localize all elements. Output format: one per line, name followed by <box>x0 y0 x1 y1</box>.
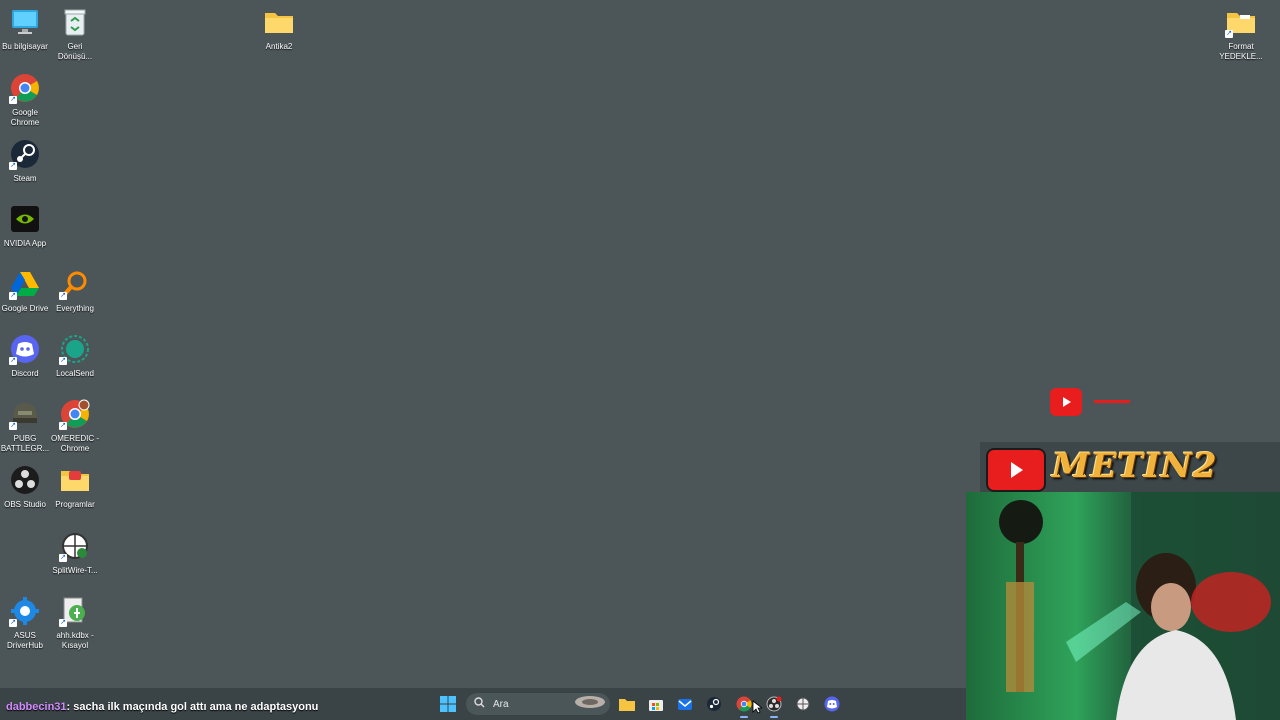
obs-icon <box>9 464 41 496</box>
search-highlight-image <box>574 695 606 714</box>
shortcut-arrow-icon: ↗ <box>9 619 17 627</box>
taskbar-splitwire[interactable] <box>793 694 813 714</box>
omeredic-chrome-shortcut[interactable]: ↗ OMEREDIC - Chrome <box>50 398 100 454</box>
google-drive-icon: ↗ <box>9 268 41 300</box>
shortcut-arrow-icon: ↗ <box>9 96 17 104</box>
shortcut-arrow-icon: ↗ <box>9 162 17 170</box>
store-icon <box>649 700 663 711</box>
running-indicator <box>740 716 748 718</box>
youtube-logo-icon <box>1050 388 1082 416</box>
running-indicator <box>770 716 778 718</box>
youtube-bar-decoration <box>1094 400 1130 403</box>
shortcut-arrow-icon: ↗ <box>59 422 67 430</box>
mail-icon <box>678 699 692 710</box>
magnifier-icon: ↗ <box>59 268 91 300</box>
taskbar-discord[interactable] <box>822 694 842 714</box>
google-drive-shortcut[interactable]: ↗ Google Drive <box>0 268 50 314</box>
icon-label: OMEREDIC - Chrome <box>51 434 99 453</box>
obs-studio-shortcut[interactable]: OBS Studio <box>0 464 50 510</box>
taskbar-search-box[interactable]: Ara <box>466 693 610 715</box>
folder-icon <box>619 699 635 711</box>
taskbar-file-explorer[interactable] <box>617 694 637 714</box>
mouse-cursor-icon <box>752 700 764 719</box>
shortcut-arrow-icon: ↗ <box>59 357 67 365</box>
folder-icon: ↗ <box>1225 6 1257 38</box>
recycle-bin-icon <box>59 6 91 38</box>
icon-label: SplitWire-T... <box>52 566 98 575</box>
shortcut-arrow-icon: ↗ <box>59 292 67 300</box>
chat-username: dabbecin31 <box>6 701 67 713</box>
search-icon <box>474 695 485 713</box>
keepass-shortcut[interactable]: ↗ ahh.kdbx - Kısayol <box>50 595 100 651</box>
discord-icon <box>824 696 840 712</box>
antika2-folder-shortcut[interactable]: Antika2 <box>254 6 304 52</box>
recycle-bin-shortcut[interactable]: Geri Dönüşü... <box>50 6 100 62</box>
steam-icon: ↗ <box>9 138 41 170</box>
icon-label: Everything <box>56 304 94 313</box>
pubg-shortcut[interactable]: ↗ PUBG BATTLEGR... <box>0 398 50 454</box>
icon-label: Format YEDEKLE... <box>1219 42 1263 61</box>
format-yedekler-folder-shortcut[interactable]: ↗ Format YEDEKLE... <box>1216 6 1266 62</box>
taskbar-obs[interactable] <box>764 694 784 714</box>
icon-label: Programlar <box>55 500 95 509</box>
gear-icon: ↗ <box>9 595 41 627</box>
shortcut-arrow-icon: ↗ <box>59 554 67 562</box>
splitwire-shortcut[interactable]: ↗ SplitWire-T... <box>50 530 100 576</box>
chrome-icon <box>736 696 752 712</box>
webcam-feed <box>966 492 1280 720</box>
taskbar-steam[interactable] <box>704 694 724 714</box>
youtube-play-icon <box>986 448 1046 492</box>
nvidia-app-shortcut[interactable]: NVIDIA App <box>0 203 50 249</box>
folder-icon <box>59 464 91 496</box>
taskbar-mail[interactable] <box>675 694 695 714</box>
splitwire-icon: ↗ <box>59 530 91 562</box>
splitwire-icon <box>796 697 810 711</box>
metin2-logo: METIN2 <box>1052 446 1218 486</box>
keepass-icon: ↗ <box>59 595 91 627</box>
chat-text: : sacha ilk maçında gol attı ama ne adap… <box>66 701 319 713</box>
taskbar-microsoft-store[interactable] <box>646 694 666 714</box>
folder-icon <box>263 6 295 38</box>
icon-label: Geri Dönüşü... <box>57 42 93 61</box>
chrome-icon: ↗ <box>9 72 41 104</box>
this-pc-shortcut[interactable]: Bu bilgisayar <box>0 6 50 52</box>
icon-label: NVIDIA App <box>3 239 47 248</box>
steam-shortcut[interactable]: ↗ Steam <box>0 138 50 184</box>
icon-label: ahh.kdbx - Kısayol <box>56 631 94 650</box>
shortcut-arrow-icon: ↗ <box>59 619 67 627</box>
localsend-icon: ↗ <box>59 333 91 365</box>
icon-label: Google Chrome <box>10 108 40 127</box>
obs-icon <box>766 696 782 712</box>
desktop[interactable]: Bu bilgisayar Geri Dönüşü... Antika2 ↗ F… <box>0 0 1280 720</box>
google-chrome-shortcut[interactable]: ↗ Google Chrome <box>0 72 50 128</box>
icon-label: LocalSend <box>56 369 94 378</box>
shortcut-arrow-icon: ↗ <box>9 357 17 365</box>
icon-label: Steam <box>13 174 37 183</box>
shortcut-arrow-icon: ↗ <box>1225 30 1233 38</box>
programlar-folder-shortcut[interactable]: Programlar <box>50 464 100 510</box>
steam-icon <box>707 697 721 711</box>
start-button[interactable] <box>438 694 458 714</box>
everything-shortcut[interactable]: ↗ Everything <box>50 268 100 314</box>
discord-icon: ↗ <box>9 333 41 365</box>
search-placeholder: Ara <box>493 698 509 710</box>
windows-logo-icon <box>440 696 456 712</box>
chrome-profile-icon: ↗ <box>59 398 91 430</box>
nvidia-icon <box>9 203 41 235</box>
shortcut-arrow-icon: ↗ <box>9 422 17 430</box>
monitor-icon <box>9 6 41 38</box>
icon-label: Antika2 <box>265 42 293 51</box>
discord-shortcut[interactable]: ↗ Discord <box>0 333 50 379</box>
pubg-helmet-icon: ↗ <box>9 398 41 430</box>
taskbar-chrome[interactable] <box>734 694 754 714</box>
asus-driverhub-shortcut[interactable]: ↗ ASUS DriverHub <box>0 595 50 651</box>
localsend-shortcut[interactable]: ↗ LocalSend <box>50 333 100 379</box>
chat-message: dabbecin31: sacha ilk maçında gol attı a… <box>6 701 318 713</box>
shortcut-arrow-icon: ↗ <box>9 292 17 300</box>
